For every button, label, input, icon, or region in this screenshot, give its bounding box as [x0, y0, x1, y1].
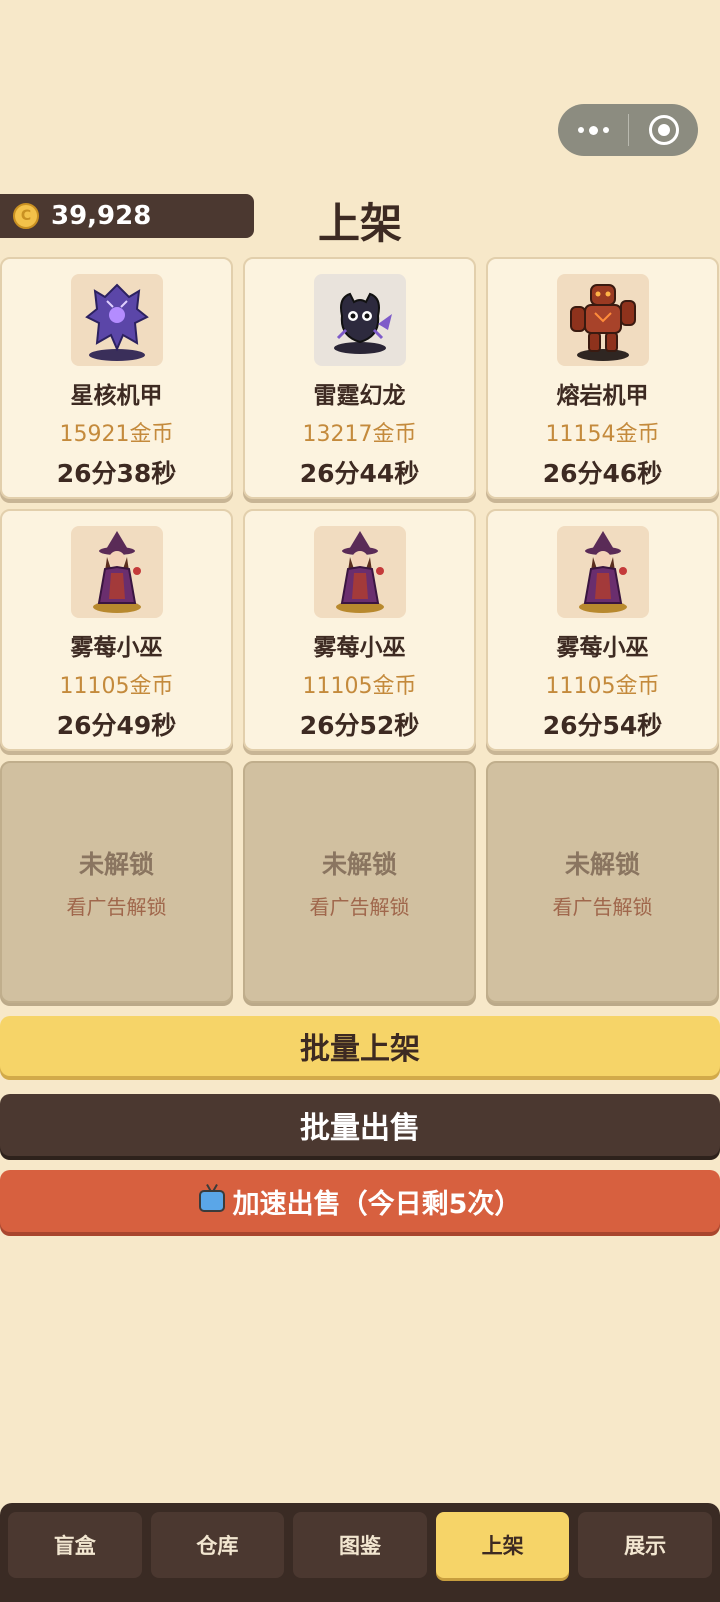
- listing-slot[interactable]: 雾莓小巫 11105金币 26分54秒: [486, 509, 719, 751]
- more-menu-icon[interactable]: [558, 125, 628, 135]
- watch-ad-unlock-link[interactable]: 看广告解锁: [310, 891, 410, 920]
- item-price: 11154金币: [545, 422, 660, 447]
- nav-collection[interactable]: 图鉴: [293, 1512, 427, 1578]
- item-name: 雷霆幻龙: [313, 383, 406, 409]
- item-name: 雾莓小巫: [556, 635, 649, 661]
- item-price: 11105金币: [302, 674, 417, 699]
- item-price: 11105金币: [59, 674, 174, 699]
- listing-slot[interactable]: 雾莓小巫 11105金币 26分52秒: [243, 509, 476, 751]
- speed-sell-button[interactable]: 加速出售（今日剩5次）: [0, 1170, 720, 1232]
- watch-ad-unlock-link[interactable]: 看广告解锁: [553, 891, 653, 920]
- item-timer: 26分46秒: [542, 459, 663, 488]
- locked-title: 未解锁: [78, 849, 154, 879]
- witch-figure-icon: [70, 526, 163, 618]
- batch-sell-label: 批量出售: [300, 1111, 420, 1146]
- batch-list-button[interactable]: 批量上架: [0, 1016, 720, 1076]
- nav-label: 仓库: [196, 1534, 239, 1558]
- item-timer: 26分49秒: [56, 711, 177, 740]
- listing-slot[interactable]: 雷霆幻龙 13217金币 26分44秒: [243, 257, 476, 499]
- witch-figure-icon: [556, 526, 649, 618]
- locked-slot[interactable]: 未解锁 看广告解锁: [0, 761, 233, 1003]
- locked-title: 未解锁: [564, 849, 640, 879]
- listing-slot[interactable]: 熔岩机甲 11154金币 26分46秒: [486, 257, 719, 499]
- close-miniprogram-icon[interactable]: [629, 115, 698, 145]
- nav-listing[interactable]: 上架: [435, 1512, 570, 1578]
- golem-figure-icon: [556, 274, 649, 366]
- item-timer: 26分44秒: [299, 459, 420, 488]
- item-price: 15921金币: [59, 422, 174, 447]
- nav-showcase[interactable]: 展示: [578, 1512, 712, 1578]
- listing-slot[interactable]: 星核机甲 15921金币 26分38秒: [0, 257, 233, 499]
- nav-warehouse[interactable]: 仓库: [150, 1512, 285, 1578]
- item-timer: 26分54秒: [542, 711, 663, 740]
- nav-label: 展示: [624, 1534, 667, 1558]
- item-price: 11105金币: [545, 674, 660, 699]
- item-price: 13217金币: [302, 422, 417, 447]
- listing-slot[interactable]: 雾莓小巫 11105金币 26分49秒: [0, 509, 233, 751]
- item-name: 雾莓小巫: [70, 635, 163, 661]
- item-name: 熔岩机甲: [556, 383, 649, 409]
- batch-sell-button[interactable]: 批量出售: [0, 1094, 720, 1156]
- locked-title: 未解锁: [321, 849, 397, 879]
- speed-sell-label: 加速出售（今日剩5次）: [232, 1188, 522, 1220]
- locked-slot[interactable]: 未解锁 看广告解锁: [486, 761, 719, 1003]
- witch-figure-icon: [313, 526, 406, 618]
- bottom-nav: 盲盒 仓库 图鉴 上架 展示: [0, 1503, 720, 1602]
- locked-slot[interactable]: 未解锁 看广告解锁: [243, 761, 476, 1003]
- page-title: 上架: [317, 199, 402, 248]
- batch-list-label: 批量上架: [300, 1032, 420, 1067]
- nav-blind-box[interactable]: 盲盒: [8, 1512, 142, 1578]
- item-timer: 26分38秒: [56, 459, 177, 488]
- nav-label: 上架: [481, 1534, 524, 1558]
- listing-grid: 星核机甲 15921金币 26分38秒 雷霆幻龙 13217金币 26分44秒: [0, 257, 720, 1003]
- miniprogram-capsule: [558, 104, 698, 156]
- tv-icon: [198, 1190, 225, 1212]
- coin-balance: C 39,928: [0, 194, 254, 238]
- item-name: 雾莓小巫: [313, 635, 406, 661]
- mecha-figure-icon: [70, 274, 163, 366]
- nav-label: 盲盒: [53, 1534, 96, 1558]
- coin-value: 39,928: [51, 201, 152, 231]
- dragon-figure-icon: [313, 274, 406, 366]
- coin-icon: C: [13, 203, 39, 229]
- item-timer: 26分52秒: [299, 711, 420, 740]
- item-name: 星核机甲: [70, 383, 163, 409]
- nav-label: 图鉴: [338, 1534, 381, 1558]
- watch-ad-unlock-link[interactable]: 看广告解锁: [67, 891, 167, 920]
